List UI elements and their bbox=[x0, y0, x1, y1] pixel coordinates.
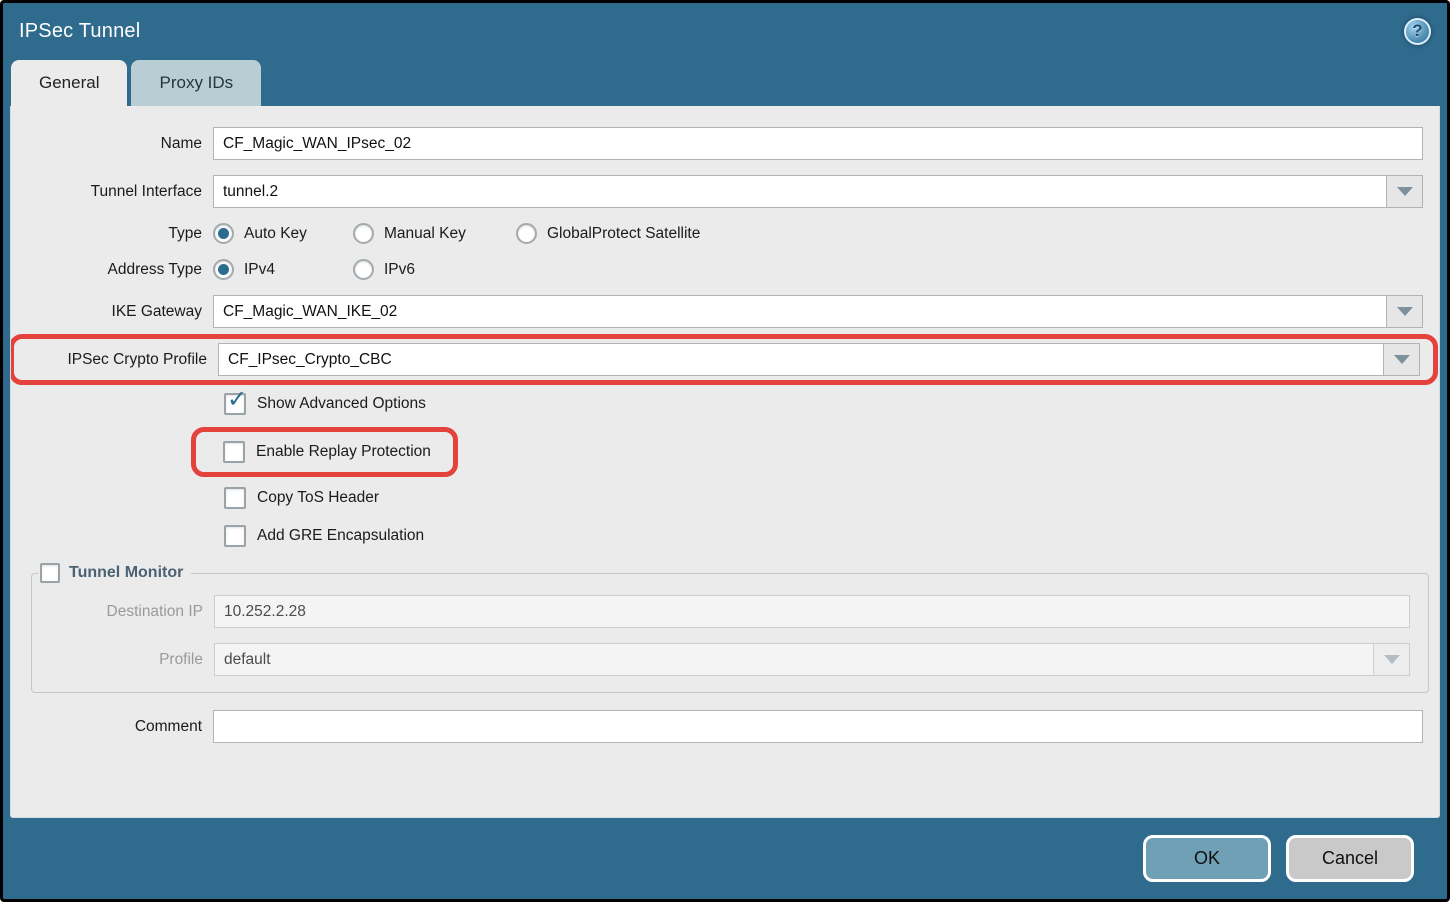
ike-gateway-input[interactable] bbox=[213, 295, 1423, 328]
tab-general[interactable]: General bbox=[11, 60, 127, 106]
profile-input bbox=[214, 643, 1410, 676]
address-type-label: Address Type bbox=[11, 261, 213, 279]
address-type-radio-ipv6[interactable]: IPv6 bbox=[353, 259, 415, 280]
ipsec-tunnel-dialog: IPSec Tunnel ? General Proxy IDs Name Tu… bbox=[0, 0, 1450, 902]
general-tab-panel: Name Tunnel Interface Type Auto Key bbox=[10, 106, 1440, 818]
radio-icon bbox=[353, 223, 374, 244]
ipsec-crypto-profile-row: IPSec Crypto Profile bbox=[19, 343, 1420, 376]
tunnel-interface-dropdown-button[interactable] bbox=[1386, 176, 1422, 207]
tunnel-interface-label: Tunnel Interface bbox=[11, 183, 213, 201]
comment-label: Comment bbox=[11, 718, 213, 736]
add-gre-encapsulation-row[interactable]: Add GRE Encapsulation bbox=[224, 525, 1439, 547]
address-type-row: Address Type IPv4 IPv6 bbox=[11, 259, 1423, 280]
ipsec-crypto-profile-input[interactable] bbox=[218, 343, 1420, 376]
ok-button[interactable]: OK bbox=[1143, 835, 1271, 882]
copy-tos-header-checkbox[interactable] bbox=[224, 487, 246, 509]
profile-dropdown-button bbox=[1373, 644, 1409, 675]
radio-icon bbox=[353, 259, 374, 280]
ike-gateway-label: IKE Gateway bbox=[11, 303, 213, 321]
name-label: Name bbox=[11, 135, 213, 153]
type-radio-globalprotect-satellite[interactable]: GlobalProtect Satellite bbox=[516, 223, 700, 244]
highlight-ipsec-crypto-profile: IPSec Crypto Profile bbox=[10, 334, 1438, 385]
tunnel-interface-row: Tunnel Interface bbox=[11, 175, 1423, 208]
profile-label: Profile bbox=[32, 651, 214, 669]
chevron-down-icon bbox=[1384, 655, 1400, 664]
address-type-radio-ipv4[interactable]: IPv4 bbox=[213, 259, 353, 280]
type-row: Type Auto Key Manual Key GlobalProtect S… bbox=[11, 223, 1423, 244]
check-icon: ✓ bbox=[227, 388, 247, 412]
type-label: Type bbox=[11, 225, 213, 243]
chevron-down-icon bbox=[1394, 355, 1410, 364]
highlight-enable-replay-protection: Enable Replay Protection bbox=[191, 427, 458, 477]
show-advanced-options-checkbox[interactable]: ✓ bbox=[224, 393, 246, 415]
copy-tos-header-row[interactable]: Copy ToS Header bbox=[224, 487, 1439, 509]
dialog-titlebar: IPSec Tunnel ? bbox=[3, 3, 1447, 59]
tunnel-monitor-label: Tunnel Monitor bbox=[60, 564, 183, 582]
comment-row: Comment bbox=[11, 710, 1423, 743]
tab-bar: General Proxy IDs bbox=[3, 59, 1447, 106]
dialog-title: IPSec Tunnel bbox=[19, 20, 140, 43]
destination-ip-row: Destination IP bbox=[32, 595, 1410, 628]
dialog-footer: OK Cancel bbox=[3, 818, 1447, 899]
ike-gateway-dropdown-button[interactable] bbox=[1386, 296, 1422, 327]
ike-gateway-row: IKE Gateway bbox=[11, 295, 1423, 328]
destination-ip-input bbox=[214, 595, 1410, 628]
enable-replay-protection-checkbox[interactable] bbox=[223, 441, 245, 463]
radio-icon bbox=[516, 223, 537, 244]
profile-row: Profile bbox=[32, 643, 1410, 676]
cancel-button[interactable]: Cancel bbox=[1286, 835, 1414, 882]
add-gre-encapsulation-checkbox[interactable] bbox=[224, 525, 246, 547]
radio-selected-icon bbox=[213, 259, 234, 280]
name-input[interactable] bbox=[213, 127, 1423, 160]
chevron-down-icon bbox=[1397, 187, 1413, 196]
ipsec-crypto-profile-dropdown-button[interactable] bbox=[1383, 344, 1419, 375]
destination-ip-label: Destination IP bbox=[32, 603, 214, 621]
show-advanced-options-row[interactable]: ✓ Show Advanced Options bbox=[224, 393, 1439, 415]
tunnel-monitor-checkbox[interactable] bbox=[40, 563, 60, 583]
tunnel-monitor-toggle[interactable]: Tunnel Monitor bbox=[40, 563, 183, 583]
radio-selected-icon bbox=[213, 223, 234, 244]
name-row: Name bbox=[11, 127, 1423, 160]
chevron-down-icon bbox=[1397, 307, 1413, 316]
tunnel-interface-input[interactable] bbox=[213, 175, 1423, 208]
tab-proxy-ids[interactable]: Proxy IDs bbox=[131, 60, 261, 106]
type-radio-auto-key[interactable]: Auto Key bbox=[213, 223, 353, 244]
type-radio-manual-key[interactable]: Manual Key bbox=[353, 223, 516, 244]
ipsec-crypto-profile-label: IPSec Crypto Profile bbox=[19, 351, 218, 369]
comment-input[interactable] bbox=[213, 710, 1423, 743]
help-icon[interactable]: ? bbox=[1404, 18, 1431, 45]
tunnel-monitor-section: Tunnel Monitor Destination IP Profile bbox=[31, 563, 1429, 693]
